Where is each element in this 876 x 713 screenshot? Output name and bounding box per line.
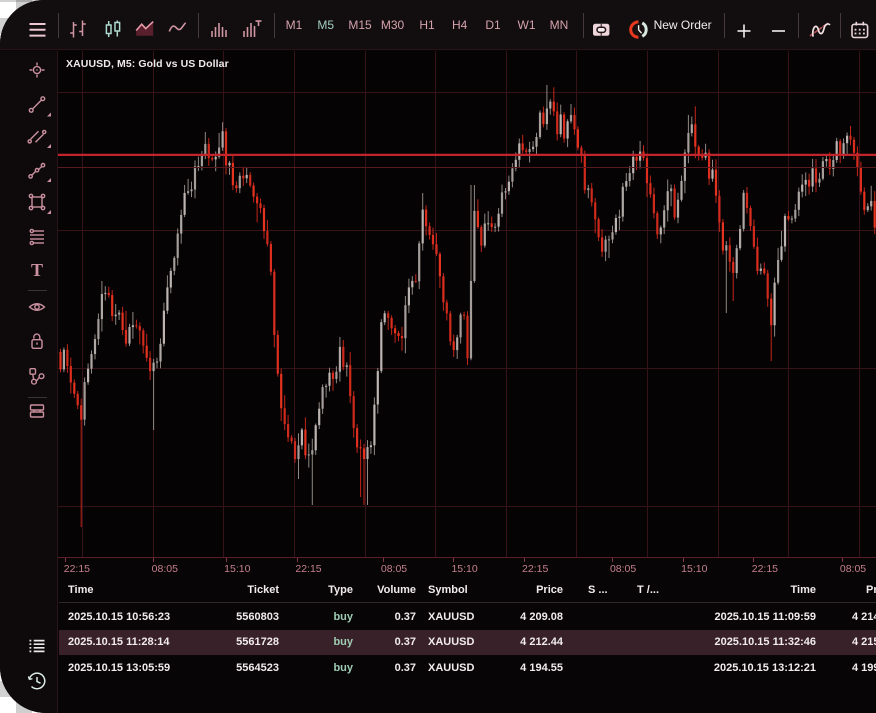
svg-text:T: T	[31, 260, 43, 280]
